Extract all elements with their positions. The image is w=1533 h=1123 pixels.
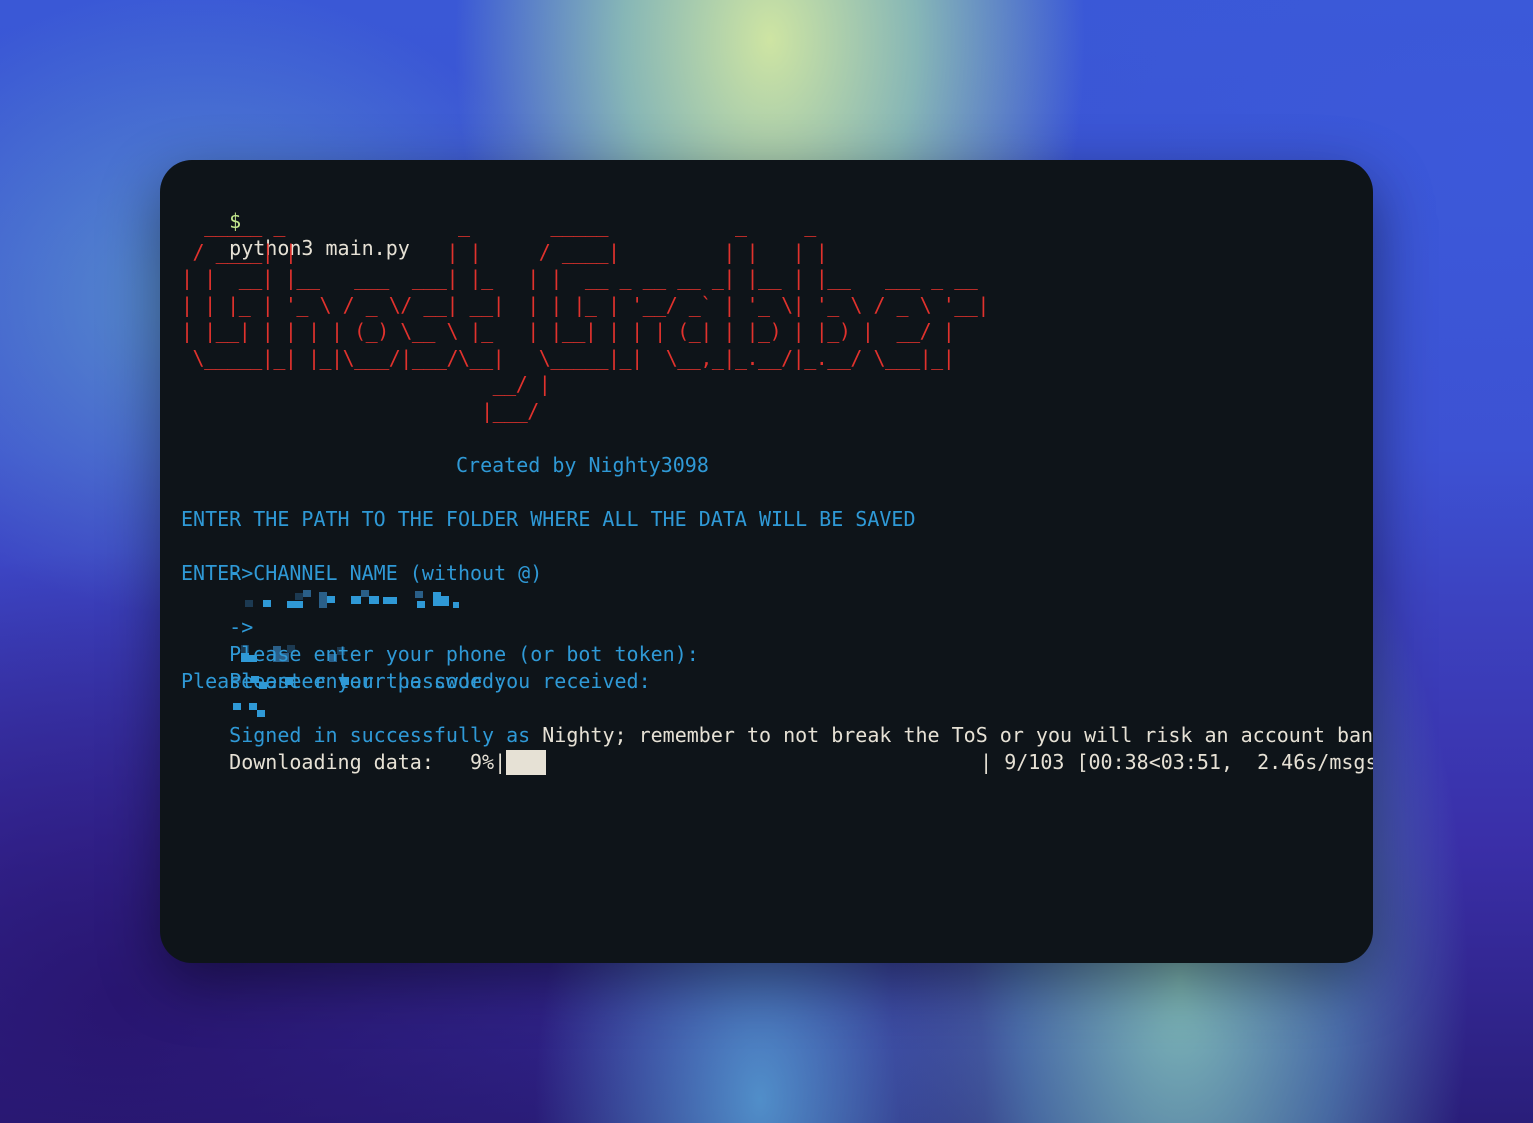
progress-line: Downloading data: 9%| | 9/103 [00:38<03:5… <box>181 722 1373 775</box>
banner-line: _____ _ _ _____ _ _ <box>181 213 816 237</box>
banner-line: | |__| | | | | (_) \__ \ |_ | |__| | | |… <box>181 319 955 343</box>
credit-line: Created by Nighty3098 <box>456 453 709 477</box>
terminal-window[interactable]: $ python3 main.py _____ _ _ _____ _ _ / … <box>160 160 1373 963</box>
folder-input-line[interactable]: -> <box>181 533 460 608</box>
password-prompt: Please enter your password: <box>181 669 507 693</box>
progress-label: Downloading data: 9%| <box>229 750 507 774</box>
code-prompt-line[interactable]: Please enter the code you received: <box>181 641 663 717</box>
command-line: $ python3 main.py <box>181 181 410 260</box>
banner-line: | | __| |__ ___ ___| |_ | | __ _ __ __ _… <box>181 266 978 290</box>
banner-line: |___/ <box>181 398 539 423</box>
progress-bar-fill <box>506 750 547 775</box>
channel-input-line[interactable]: -> <box>181 587 359 662</box>
progress-stats: | 9/103 [00:38<03:51, 2.46s/msgs] <box>980 750 1373 774</box>
folder-prompt: ENTER THE PATH TO THE FOLDER WHERE ALL T… <box>181 507 916 531</box>
signed-in-line: Signed in successfully as Nighty; rememb… <box>181 695 1373 747</box>
banner-line: | | |_ | '_ \ / _ \/ __| __| | | |_ | '_… <box>181 292 989 317</box>
banner-line: / ____| | | | / ____| | | | | <box>181 239 828 264</box>
phone-prompt-line[interactable]: Please enter your phone (or bot token): <box>181 614 711 689</box>
banner-line: __/ | <box>181 372 551 396</box>
channel-prompt: ENTER CHANNEL NAME (without @) <box>181 561 543 585</box>
ascii-banner: _____ _ _ _____ _ _ / ____| | | | / ____… <box>181 212 989 424</box>
banner-line: \_____|_| |_|\___/|___/\__| \_____|_| \_… <box>181 345 955 370</box>
